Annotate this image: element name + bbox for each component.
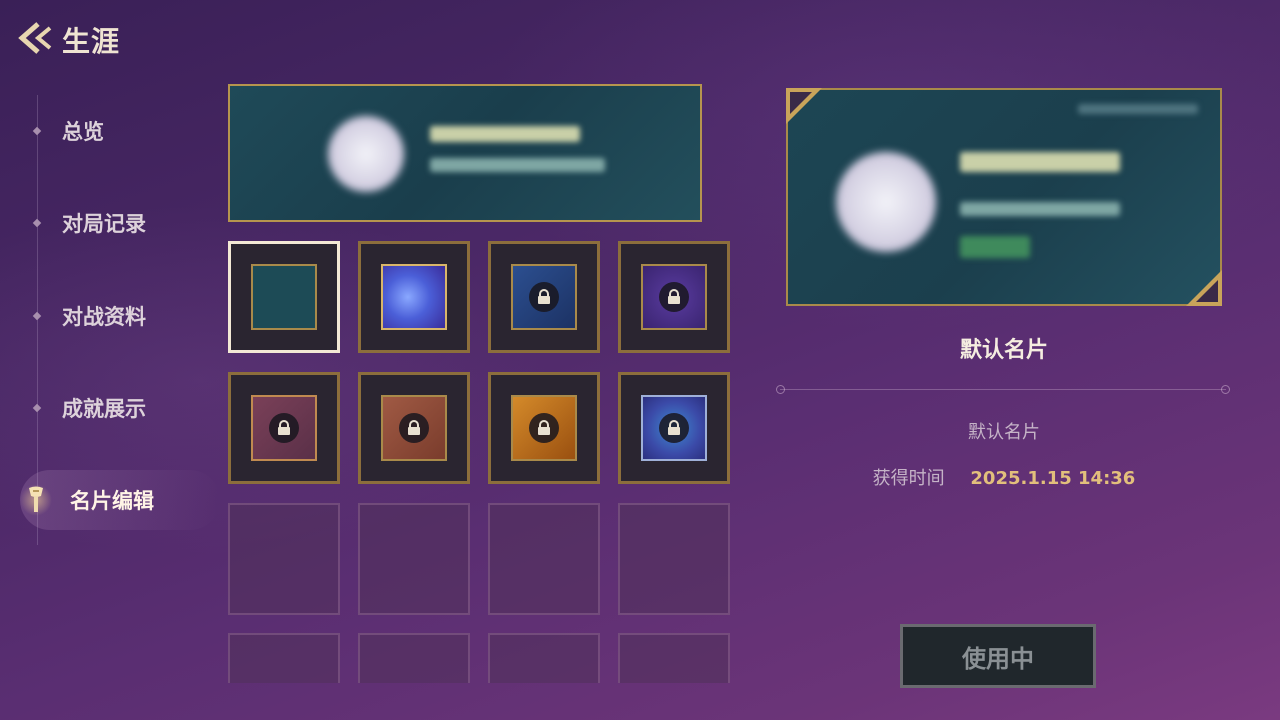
empty-card-slot <box>488 503 600 615</box>
nav-dot-icon <box>32 218 42 228</box>
card-slot-purple-floral[interactable] <box>618 241 730 353</box>
card-slot-red-dragon[interactable] <box>228 372 340 484</box>
card-slot-galaxy[interactable] <box>358 241 470 353</box>
empty-card-slot <box>618 503 730 615</box>
player-info-blurred <box>430 158 605 172</box>
lock-icon <box>529 282 559 312</box>
sidebar-item-card-edit[interactable]: 名片编辑 <box>20 480 200 520</box>
sidebar-item-label: 对局记录 <box>62 212 146 236</box>
empty-card-slot <box>488 633 600 683</box>
player-info-blurred <box>960 202 1120 216</box>
card-slot-amber[interactable] <box>488 372 600 484</box>
empty-card-slot <box>228 503 340 615</box>
card-slot-azure-dragon[interactable] <box>618 372 730 484</box>
selected-card-description: 默认名片 <box>968 422 1040 443</box>
player-id-blurred <box>1078 104 1198 114</box>
sidebar-item-match-history[interactable]: 对局记录 <box>30 203 200 243</box>
page-title: 生涯 <box>62 25 121 58</box>
detail-divider <box>776 385 1230 394</box>
corner-ornament-icon <box>786 88 822 124</box>
card-thumbnail <box>381 264 447 330</box>
empty-card-slot <box>358 633 470 683</box>
card-thumbnail <box>251 264 317 330</box>
lock-icon <box>659 282 689 312</box>
divider-cap-icon <box>1221 385 1230 394</box>
sidebar-item-label: 名片编辑 <box>70 489 154 513</box>
lock-icon <box>269 413 299 443</box>
current-card-preview <box>228 84 702 222</box>
nav-dot-icon <box>32 403 42 413</box>
selected-card-large-preview <box>786 88 1222 306</box>
sidebar-item-overview[interactable]: 总览 <box>30 111 200 151</box>
card-slot-blue-ornate[interactable] <box>488 241 600 353</box>
nav-dot-icon <box>32 311 42 321</box>
player-badge-blurred <box>960 236 1030 258</box>
sidebar-item-label: 成就展示 <box>62 397 146 421</box>
obtain-time-value: 2025.1.15 14:36 <box>970 468 1136 489</box>
card-slot-copper[interactable] <box>358 372 470 484</box>
empty-card-slot <box>618 633 730 683</box>
card-slot-default[interactable] <box>228 241 340 353</box>
divider-cap-icon <box>776 385 785 394</box>
player-name-blurred <box>960 152 1120 172</box>
avatar <box>836 152 936 252</box>
lock-icon <box>529 413 559 443</box>
nav-dot-icon <box>32 126 42 136</box>
empty-card-slot <box>358 503 470 615</box>
lock-icon <box>659 413 689 443</box>
corner-ornament-icon <box>1186 270 1222 306</box>
empty-card-slot <box>228 633 340 683</box>
in-use-button[interactable]: 使用中 <box>900 624 1096 688</box>
obtain-time-row: 获得时间 2025.1.15 14:36 <box>786 464 1222 490</box>
sidebar-item-label: 总览 <box>62 120 104 144</box>
player-name-blurred <box>430 126 580 142</box>
sidebar-item-label: 对战资料 <box>62 305 146 329</box>
avatar <box>328 116 404 192</box>
back-button[interactable] <box>16 20 56 56</box>
sidebar-item-battle-stats[interactable]: 对战资料 <box>30 296 200 336</box>
lock-icon <box>399 413 429 443</box>
torch-icon <box>20 484 52 516</box>
sidebar-item-achievements[interactable]: 成就展示 <box>30 388 200 428</box>
back-chevron-icon <box>18 22 52 54</box>
obtain-time-label: 获得时间 <box>872 468 945 489</box>
selected-card-name: 默认名片 <box>959 338 1048 363</box>
